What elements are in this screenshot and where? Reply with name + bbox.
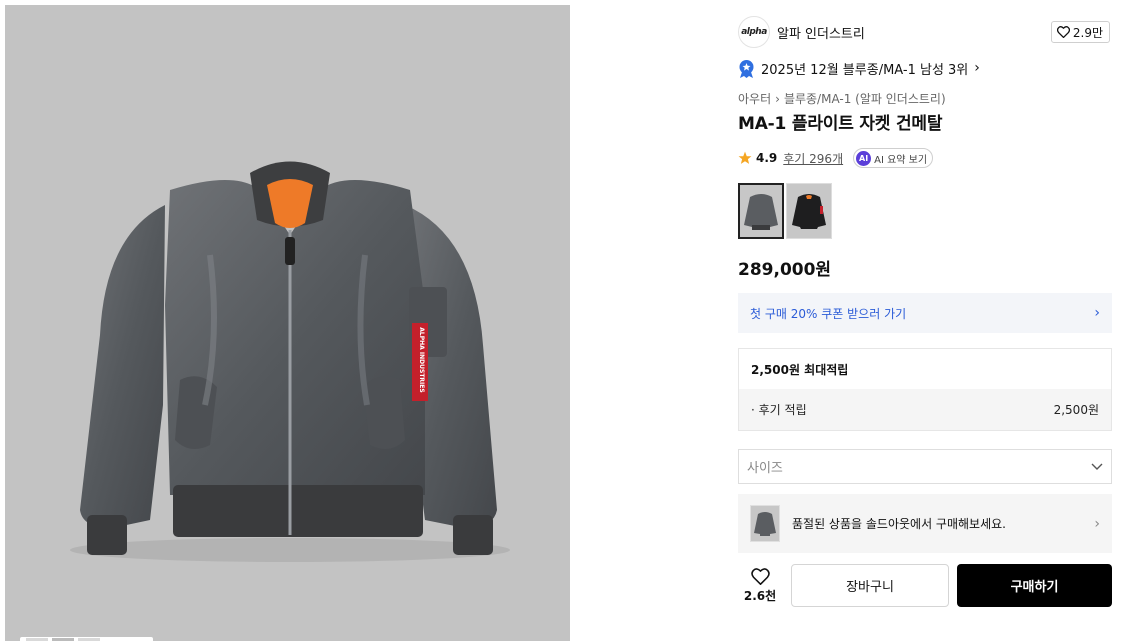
swatch-black[interactable] [786,183,832,239]
rating-score: 4.9 [756,151,778,165]
wishlist-button[interactable]: 2.6천 [738,564,782,607]
wishlist-count: 2.6천 [743,588,777,603]
add-to-cart-button[interactable]: 장바구니 [791,564,949,607]
coupon-text: 첫 구매 20% 쿠폰 받으러 가기 [750,306,907,321]
buy-now-button[interactable]: 구매하기 [957,564,1112,607]
brand-tag-text: ALPHA INDUSTRIES [418,327,425,392]
ai-icon: AI [856,150,872,166]
breadcrumb-category[interactable]: 아우터 [738,90,771,107]
color-swatches [738,183,832,239]
heart-icon [1056,26,1070,38]
jacket-image: ALPHA INDUSTRIES [70,161,510,562]
chevron-down-icon [1091,463,1103,470]
ranking-link[interactable]: 2025년 12월 블루종/MA-1 남성 3위 › [738,58,980,78]
star-icon [738,151,752,164]
brand-name[interactable]: 알파 인더스트리 [777,23,865,42]
product-title: MA-1 플라이트 자켓 건메탈 [738,114,943,134]
soldout-text: 품절된 상품을 솔드아웃에서 구매해보세요. [792,517,1006,531]
soldout-banner[interactable]: 품절된 상품을 솔드아웃에서 구매해보세요. › [738,494,1112,553]
heart-icon [750,567,770,585]
size-placeholder: 사이즈 [747,461,783,476]
rating-row: 4.9 후기 296개 AI AI 요약 보기 [738,148,934,168]
coupon-banner[interactable]: 첫 구매 20% 쿠폰 받으러 가기 › [738,293,1112,333]
medal-icon [739,59,754,78]
points-review-value: 2,500원 [1053,403,1099,417]
breadcrumb-subcategory[interactable]: 블루종/MA-1 (알파 인더스트리) [784,90,946,107]
product-info-panel: alpha 알파 인더스트리 2.9만 2025년 12월 블루종/MA-1 남… [724,0,1125,641]
ranking-text: 2025년 12월 블루종/MA-1 남성 3위 [761,62,969,78]
gallery-thumbnail-strip[interactable] [20,637,153,641]
breadcrumb: 아우터 › 블루종/MA-1 (알파 인더스트리) [738,90,946,107]
ai-summary-label: AI 요약 보기 [874,154,928,166]
points-review-row: · 후기 적립 2,500원 [739,389,1111,430]
points-max-label: 2,500원 최대적립 [751,362,849,377]
brand-row: alpha 알파 인더스트리 2.9만 [738,16,1112,48]
brand-like-count: 2.9만 [1072,25,1103,40]
chevron-right-icon: › [1094,515,1100,532]
swatch-gunmetal[interactable] [738,183,784,239]
size-select[interactable]: 사이즈 [738,449,1112,484]
brand-logo-text: alpha [741,27,767,37]
purchase-bar: 2.6천 장바구니 구매하기 [738,564,1112,607]
chevron-right-icon: › [974,60,980,76]
brand-logo[interactable]: alpha [738,16,770,48]
ai-summary-button[interactable]: AI AI 요약 보기 [853,148,934,168]
brand-like-button[interactable]: 2.9만 [1050,21,1110,43]
points-box: 2,500원 최대적립 · 후기 적립 2,500원 [738,348,1112,431]
soldout-thumbnail [750,505,780,542]
chevron-right-icon: › [1094,305,1100,321]
product-price: 289,000원 [738,260,832,280]
chevron-right-icon: › [775,91,780,106]
product-image-gallery[interactable]: ALPHA INDUSTRIES [5,5,570,641]
points-review-label: · 후기 적립 [751,403,807,417]
reviews-link[interactable]: 후기 296개 [783,150,843,167]
